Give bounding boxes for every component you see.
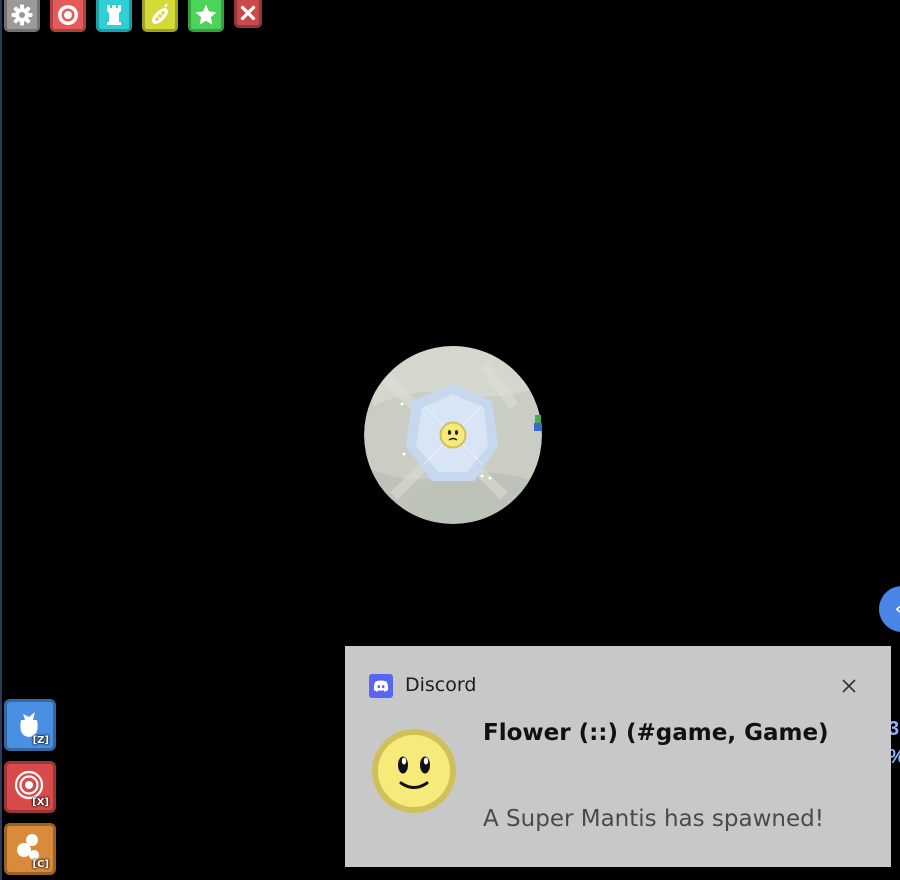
notification-app-name: Discord [405, 674, 477, 696]
pea-pod-icon [152, 2, 168, 24]
close-icon [240, 5, 256, 20]
right-toggle-button[interactable]: « [879, 586, 900, 632]
ability-z-button[interactable]: [Z] [4, 699, 56, 751]
gear-icon [11, 4, 33, 25]
right-toggle-glyph: « [895, 599, 900, 618]
settings-button[interactable] [4, 0, 40, 32]
star-icon [195, 4, 217, 25]
gallery-button[interactable] [142, 0, 178, 32]
target-button[interactable] [50, 0, 86, 32]
ability-z-key: [Z] [32, 735, 49, 746]
ability-c-key: [C] [32, 859, 49, 870]
notification-close-button[interactable] [837, 674, 861, 698]
window-left-edge [0, 0, 2, 880]
discord-logo-icon [369, 674, 393, 698]
ability-x-button[interactable]: [X] [4, 761, 56, 813]
mob-marker-icon [534, 415, 542, 431]
tower-button[interactable] [96, 0, 132, 32]
close-button[interactable] [234, 0, 262, 28]
ability-c-button[interactable]: [C] [4, 823, 56, 875]
favorite-button[interactable] [188, 0, 224, 32]
close-icon [842, 679, 856, 693]
notification-title: Flower (::) (#game, Game) [483, 720, 829, 746]
notification-message: A Super Mantis has spawned! [483, 806, 824, 832]
game-arena[interactable] [364, 346, 542, 524]
top-toolbar [4, 0, 272, 36]
ability-x-key: [X] [32, 797, 49, 808]
player-flower-icon [439, 421, 467, 449]
flower-avatar-icon [371, 728, 457, 814]
discord-notification[interactable]: Discord Flower (::) (#game, Game) A Supe… [345, 646, 891, 867]
target-icon [58, 4, 78, 25]
tower-icon [107, 4, 121, 25]
